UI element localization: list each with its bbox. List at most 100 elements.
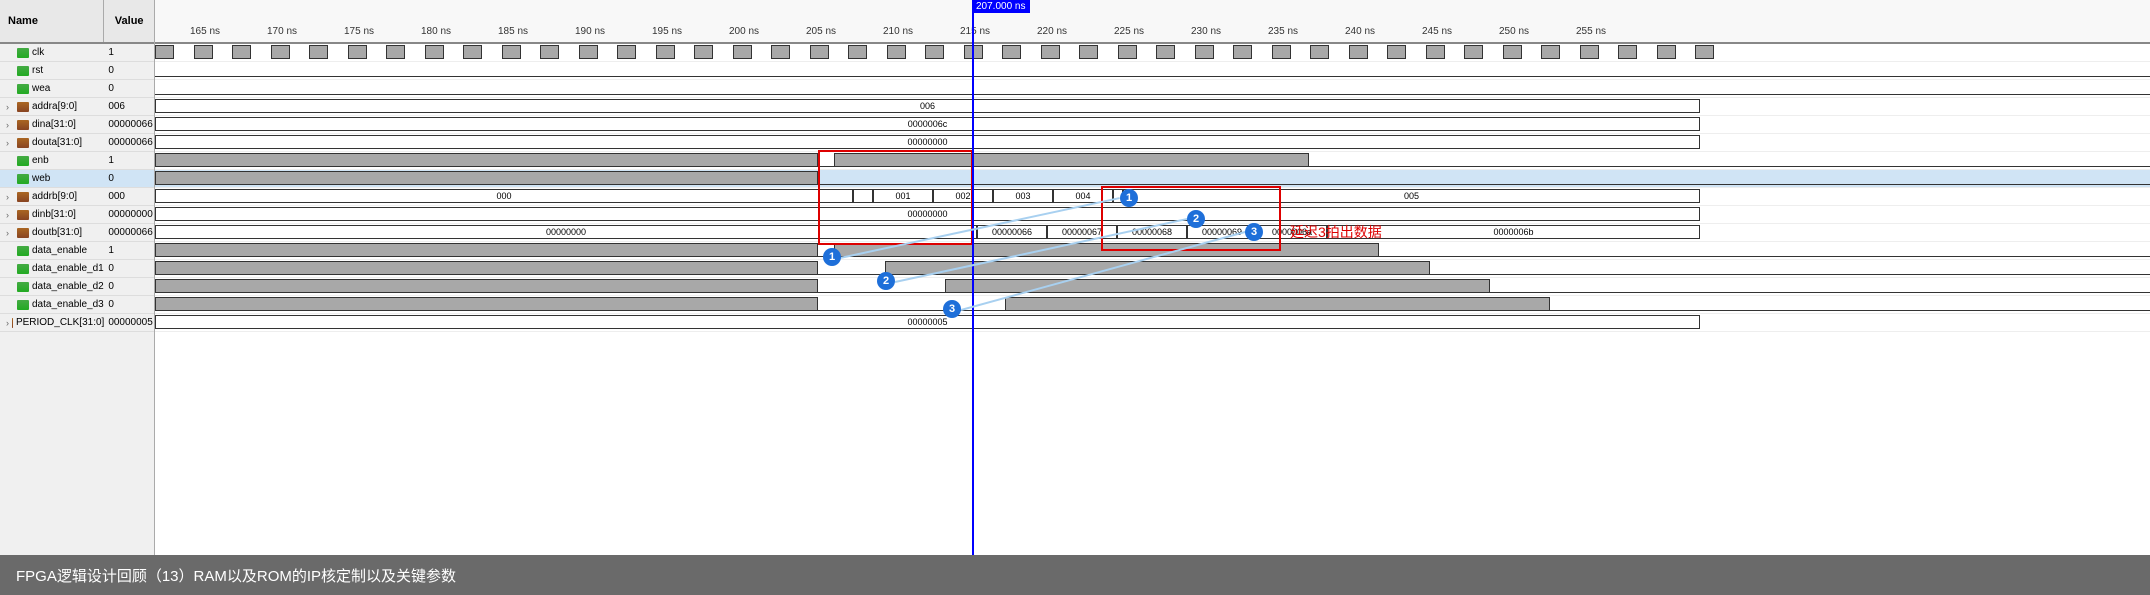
signal-row[interactable]: data_enable1 [0, 242, 154, 260]
clk-pulse [194, 45, 213, 59]
wire-icon [17, 246, 29, 256]
signal-name-cell[interactable]: clk [0, 47, 104, 58]
signal-row[interactable]: data_enable_d20 [0, 278, 154, 296]
signal-name-cell[interactable]: data_enable_d3 [0, 299, 104, 310]
signal-row[interactable]: ›doutb[31:0]00000066 [0, 224, 154, 242]
signal-row[interactable]: wea0 [0, 80, 154, 98]
name-column-header[interactable]: Name [0, 0, 104, 42]
wave-row[interactable] [155, 296, 2150, 314]
signal-name-label: dinb[31:0] [32, 209, 76, 220]
clk-pulse [1041, 45, 1060, 59]
wave-row[interactable]: 00000000 [155, 134, 2150, 152]
time-ruler[interactable]: 165 ns170 ns175 ns180 ns185 ns190 ns195 … [155, 0, 2150, 44]
signal-name-cell[interactable]: rst [0, 65, 104, 76]
signal-name-label: addra[9:0] [32, 101, 77, 112]
bus-segment: 003 [993, 189, 1053, 203]
signal-name-label: enb [32, 155, 49, 166]
annotation-circle: 1 [1120, 189, 1138, 207]
signal-name-cell[interactable]: ›douta[31:0] [0, 137, 104, 148]
footer-caption: FPGA逻辑设计回顾（13）RAM以及ROM的IP核定制以及关键参数 [0, 555, 2150, 595]
bit-high [155, 297, 818, 311]
expand-icon[interactable]: › [6, 138, 14, 148]
wave-row[interactable]: 00000005 [155, 314, 2150, 332]
signal-value-cell: 0 [104, 173, 154, 184]
signal-name-cell[interactable]: ›addrb[9:0] [0, 191, 104, 202]
expand-icon[interactable]: › [6, 120, 14, 130]
time-tick: 175 ns [344, 26, 374, 37]
signal-row[interactable]: ›dina[31:0]00000066 [0, 116, 154, 134]
value-column-header[interactable]: Value [104, 0, 154, 42]
expand-icon[interactable]: › [6, 318, 9, 328]
waveform-area[interactable]: 165 ns170 ns175 ns180 ns185 ns190 ns195 … [155, 0, 2150, 555]
time-tick: 240 ns [1345, 26, 1375, 37]
signal-name-label: clk [32, 47, 44, 58]
wave-row[interactable] [155, 80, 2150, 98]
signal-name-cell[interactable]: web [0, 173, 104, 184]
clk-pulse [1233, 45, 1252, 59]
signal-value-cell: 1 [104, 245, 154, 256]
signal-value-cell: 0 [104, 263, 154, 274]
time-tick: 220 ns [1037, 26, 1067, 37]
signal-value-cell: 1 [104, 47, 154, 58]
signal-name-label: data_enable_d1 [32, 263, 104, 274]
signal-name-label: data_enable_d3 [32, 299, 104, 310]
wave-row[interactable] [155, 260, 2150, 278]
clk-pulse [1156, 45, 1175, 59]
signal-row[interactable]: ›addrb[9:0]000 [0, 188, 154, 206]
expand-icon[interactable]: › [6, 102, 14, 112]
signal-name-cell[interactable]: data_enable_d2 [0, 281, 104, 292]
signal-row[interactable]: web0 [0, 170, 154, 188]
clk-pulse [579, 45, 598, 59]
signal-name-label: dina[31:0] [32, 119, 76, 130]
wave-row[interactable]: 006 [155, 98, 2150, 116]
clk-pulse [1079, 45, 1098, 59]
wire-icon [17, 156, 29, 166]
signal-row[interactable]: ›addra[9:0]006 [0, 98, 154, 116]
wave-row[interactable] [155, 152, 2150, 170]
expand-icon[interactable]: › [6, 210, 14, 220]
signal-name-cell[interactable]: › addra[9:0] [0, 101, 104, 112]
signal-name-cell[interactable]: › dinb[31:0] [0, 209, 104, 220]
signal-row[interactable]: rst0 [0, 62, 154, 80]
signal-row[interactable]: data_enable_d10 [0, 260, 154, 278]
wave-row[interactable] [155, 278, 2150, 296]
signal-row[interactable]: ›PERIOD_CLK[31:0]00000005 [0, 314, 154, 332]
bit-high [155, 279, 818, 293]
clk-pulse [540, 45, 559, 59]
signal-row[interactable]: ›dinb[31:0]00000000 [0, 206, 154, 224]
bus-icon [17, 192, 29, 202]
signal-list: clk1rst0wea0›addra[9:0]006›dina[31:0]000… [0, 44, 154, 332]
signal-row[interactable]: ›douta[31:0]00000066 [0, 134, 154, 152]
wave-row[interactable] [155, 44, 2150, 62]
signal-name-label: doutb[31:0] [32, 227, 82, 238]
bus-icon [17, 102, 29, 112]
signal-value-cell: 0 [104, 299, 154, 310]
signal-row[interactable]: data_enable_d30 [0, 296, 154, 314]
signal-name-cell[interactable]: › doutb[31:0] [0, 227, 104, 238]
bit-high [155, 243, 818, 257]
time-tick: 255 ns [1576, 26, 1606, 37]
bus-icon [17, 120, 29, 130]
bus-segment: 006 [155, 99, 1700, 113]
bus-icon [12, 318, 13, 328]
wave-row[interactable] [155, 62, 2150, 80]
signal-row[interactable]: enb1 [0, 152, 154, 170]
clk-pulse [463, 45, 482, 59]
signal-name-label: PERIOD_CLK[31:0] [16, 317, 104, 328]
expand-icon[interactable]: › [6, 228, 14, 238]
signal-name-cell[interactable]: › PERIOD_CLK[31:0] [0, 317, 104, 328]
clk-pulse [1195, 45, 1214, 59]
signal-name-cell[interactable]: enb [0, 155, 104, 166]
expand-icon[interactable]: › [6, 192, 14, 202]
signal-name-cell[interactable]: wea [0, 83, 104, 94]
panel-header: Name Value [0, 0, 154, 44]
signal-row[interactable]: clk 1 [0, 44, 154, 62]
wave-row[interactable]: 0000006c [155, 116, 2150, 134]
time-cursor[interactable] [972, 0, 974, 555]
signal-name-cell[interactable]: › dina[31:0] [0, 119, 104, 130]
signal-name-cell[interactable]: data_enable [0, 245, 104, 256]
clk-pulse [1657, 45, 1676, 59]
signal-name-cell[interactable]: data_enable_d1 [0, 263, 104, 274]
signal-value-cell: 0 [104, 281, 154, 292]
signal-value-cell: 000 [104, 191, 154, 202]
